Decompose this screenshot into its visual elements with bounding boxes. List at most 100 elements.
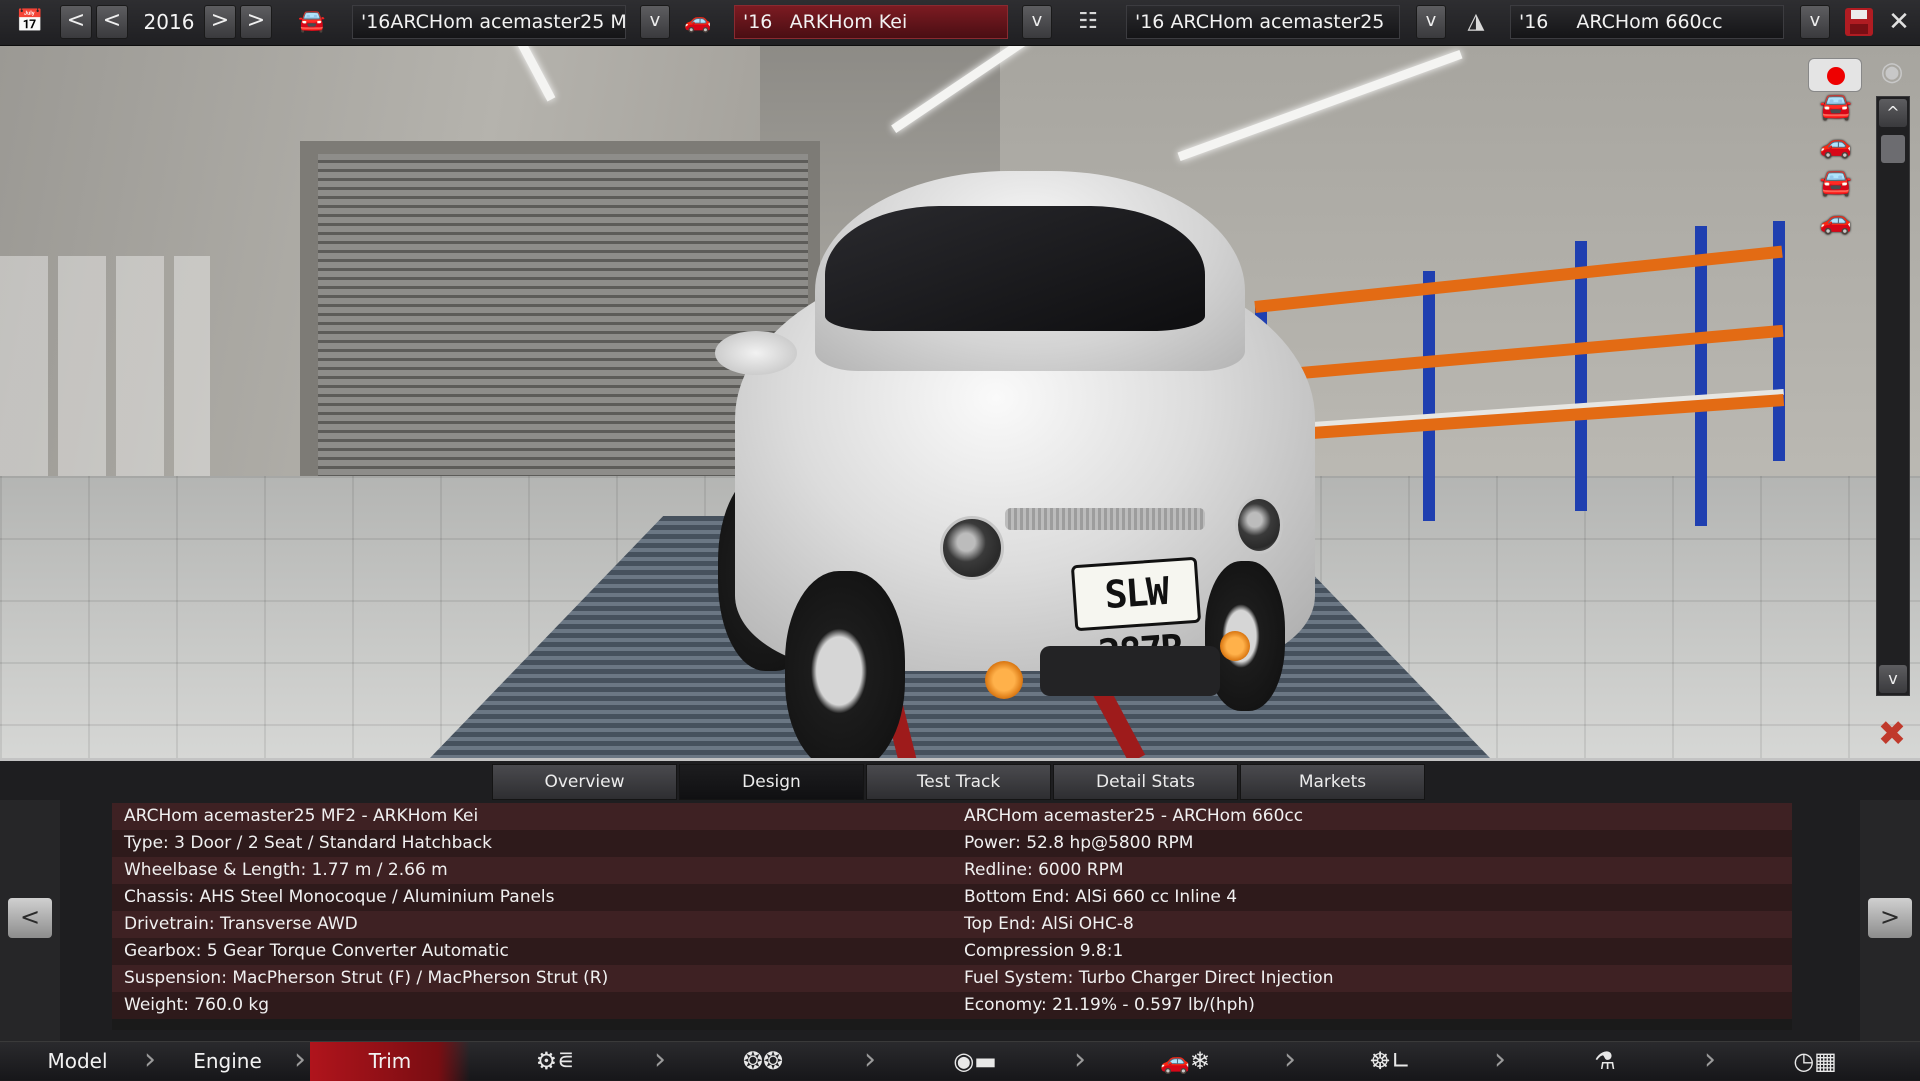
view-scrollbar[interactable]: ^ v <box>1876 96 1910 696</box>
window-light-pattern <box>0 256 210 506</box>
year-next-button[interactable]: > <box>204 5 236 39</box>
engine-variant-name: ARCHom 660cc <box>1576 11 1723 33</box>
chevron-right-icon: › <box>144 1042 156 1077</box>
close-icon[interactable]: ✕ <box>1882 5 1916 39</box>
trim-name: ARKHom Kei <box>789 11 908 33</box>
engine-summary-row: Power: 52.8 hp@5800 RPM <box>952 830 1792 857</box>
year-prev-button[interactable]: < <box>96 5 128 39</box>
view-side-icon[interactable]: 🚗 <box>1788 130 1884 160</box>
car-summary-row: Type: 3 Door / 2 Seat / Standard Hatchba… <box>112 830 952 857</box>
engine-summary-row: Top End: AlSi OHC-8 <box>952 911 1792 938</box>
tab-markets[interactable]: Markets <box>1240 764 1425 800</box>
engine-summary-row: Economy: 21.19% - 0.597 lb/(hph) <box>952 992 1792 1019</box>
car-summary-row: Chassis: AHS Steel Monocoque / Aluminium… <box>112 884 952 911</box>
engine-summary-row: Bottom End: AlSi 660 cc Inline 4 <box>952 884 1792 911</box>
car-summary-row: Drivetrain: Transverse AWD <box>112 911 952 938</box>
car-summary-row: Suspension: MacPherson Strut (F) / MacPh… <box>112 965 952 992</box>
trim-dropdown-button[interactable]: v <box>1022 5 1052 39</box>
summary-table: ARCHom acemaster25 MF2 - ARKHom Kei Type… <box>112 803 1792 1030</box>
headlight-left <box>940 516 1004 580</box>
car-summary-row: Weight: 760.0 kg <box>112 992 952 1019</box>
tab-overview[interactable]: Overview <box>492 764 677 800</box>
view-rear-icon[interactable]: 🚘 <box>1788 168 1884 198</box>
car-summary-row: ARCHom acemaster25 MF2 - ARKHom Kei <box>112 803 952 830</box>
chevron-right-icon: › <box>1704 1042 1716 1077</box>
car-summary-column: ARCHom acemaster25 MF2 - ARKHom Kei Type… <box>112 803 952 1019</box>
body-aero-icon[interactable]: 🚗❄ <box>1110 1042 1260 1081</box>
nav-trim-label: Trim <box>368 1049 412 1073</box>
testing-checkered-flag-icon[interactable]: ◷▦ <box>1770 1042 1860 1081</box>
engine-summary-row: Redline: 6000 RPM <box>952 857 1792 884</box>
reset-view-icon[interactable]: ✖ <box>1872 714 1912 754</box>
drivetrain-gearbox-icon[interactable]: ⚙⋷ <box>520 1042 590 1081</box>
chevron-right-icon: › <box>294 1042 306 1077</box>
chevron-right-icon: › <box>1284 1042 1296 1077</box>
scroll-thumb[interactable] <box>1881 135 1905 163</box>
tab-detail-stats[interactable]: Detail Stats <box>1053 764 1238 800</box>
top-toolbar: 📅 < < 2016 > > 🚘 '16ARCHom acemaster25 M… <box>0 0 1920 46</box>
front-wheel-left <box>785 571 905 758</box>
engine-variant-select-field[interactable]: '16 ARCHom 660cc <box>1510 5 1784 39</box>
car-summary-row: Wheelbase & Length: 1.77 m / 2.66 m <box>112 857 952 884</box>
chassis-icon[interactable]: ◉▬ <box>930 1042 1020 1081</box>
nav-trim[interactable]: Trim <box>310 1042 470 1081</box>
engine-family-select-field[interactable]: '16 ARCHom acemaster25 <box>1126 5 1400 39</box>
foglight-right <box>1220 631 1250 661</box>
scroll-down-button[interactable]: v <box>1879 665 1907 693</box>
engine-variant-icon: ◮ <box>1467 9 1485 34</box>
foglight-left <box>985 661 1023 699</box>
screenshot-camera-icon[interactable] <box>1808 58 1862 92</box>
scroll-up-button[interactable]: ^ <box>1879 99 1907 127</box>
next-page-button[interactable]: > <box>1868 898 1912 938</box>
chevron-right-icon: › <box>864 1042 876 1077</box>
save-icon[interactable] <box>1842 5 1876 39</box>
car-model: SLW 287R <box>715 171 1330 758</box>
trim-year: '16 <box>743 11 773 33</box>
engine-variant-year: '16 <box>1519 11 1549 33</box>
eye-icon[interactable]: ◉ <box>1870 58 1914 86</box>
tab-design[interactable]: Design <box>679 764 864 800</box>
chevron-right-icon: › <box>1494 1042 1506 1077</box>
info-tabs: Overview Design Test Track Detail Stats … <box>492 764 1428 800</box>
year-display: 2016 <box>143 10 195 34</box>
front-grille <box>1005 508 1205 530</box>
tab-test-track[interactable]: Test Track <box>866 764 1051 800</box>
year-prev-fast-button[interactable]: < <box>60 5 92 39</box>
car-summary-row: Gearbox: 5 Gear Torque Converter Automat… <box>112 938 952 965</box>
chevron-right-icon: › <box>654 1042 666 1077</box>
suspension-icon[interactable]: ⚗ <box>1585 1042 1625 1081</box>
chevron-right-icon: › <box>1074 1042 1086 1077</box>
trim-select-field[interactable]: '16 ARKHom Kei <box>734 5 1008 39</box>
nav-engine[interactable]: Engine <box>160 1042 295 1081</box>
year-next-fast-button[interactable]: > <box>240 5 272 39</box>
view-top-icon[interactable]: 🚗 <box>1788 206 1884 236</box>
engine-summary-row: Compression 9.8:1 <box>952 938 1792 965</box>
right-side-column: > <box>1860 800 1920 1044</box>
car-3d-viewport[interactable]: SLW 287R <box>0 46 1920 758</box>
engine-variant-dropdown-button[interactable]: v <box>1800 5 1830 39</box>
wheels-brakes-icon[interactable]: ❂❂ <box>728 1042 798 1081</box>
model-dropdown-button[interactable]: v <box>640 5 670 39</box>
engine-family-dropdown-button[interactable]: v <box>1416 5 1446 39</box>
engine-summary-row: ARCHom acemaster25 - ARCHom 660cc <box>952 803 1792 830</box>
engine-summary-row: Fuel System: Turbo Charger Direct Inject… <box>952 965 1792 992</box>
view-front-icon[interactable]: 🚘 <box>1788 92 1884 122</box>
prev-page-button[interactable]: < <box>8 898 52 938</box>
engine-summary-column: ARCHom acemaster25 - ARCHom 660cc Power:… <box>952 803 1792 1019</box>
info-panel: Overview Design Test Track Detail Stats … <box>0 758 1920 1044</box>
side-mirror <box>715 331 797 375</box>
engine-block-icon: ☷ <box>1078 9 1098 34</box>
license-plate: SLW 287R <box>1070 556 1202 676</box>
headlight-right <box>1235 496 1283 554</box>
windshield <box>825 206 1205 331</box>
lower-air-intake <box>1040 646 1220 696</box>
model-select-field[interactable]: '16ARCHom acemaster25 MF2 <box>352 5 626 39</box>
calendar-icon[interactable]: 📅 <box>10 5 50 39</box>
car-model-icon: 🚘 <box>298 9 326 34</box>
nav-model[interactable]: Model <box>10 1042 145 1081</box>
interior-steering-icon[interactable]: ☸∟ <box>1355 1042 1425 1081</box>
car-trim-icon: 🚗 <box>684 9 712 34</box>
storage-shelf <box>1254 221 1795 551</box>
bottom-navigation: Model › Engine › Trim ⚙⋷ › ❂❂ › ◉▬ › 🚗❄ … <box>0 1041 1920 1081</box>
left-side-column: < <box>0 800 60 1044</box>
